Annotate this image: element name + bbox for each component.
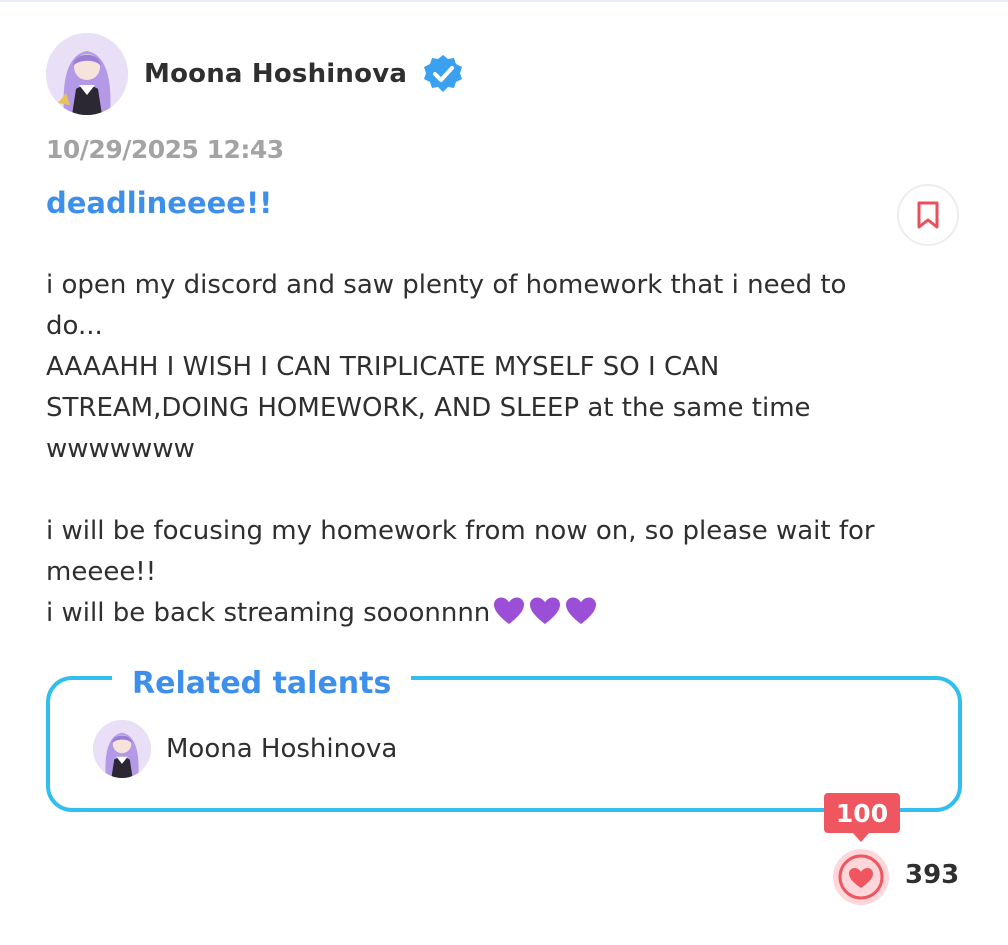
purple-heart-emoji xyxy=(566,597,597,624)
bookmark-button[interactable] xyxy=(897,184,959,246)
like-button[interactable] xyxy=(833,849,889,905)
body-line: do... xyxy=(46,311,103,341)
body-line: AAAAHH I WISH I CAN TRIPLICATE MYSELF SO… xyxy=(46,352,720,382)
talent-name[interactable]: Moona Hoshinova xyxy=(166,734,397,764)
post-header: Moona Hoshinova xyxy=(46,33,465,115)
author-name[interactable]: Moona Hoshinova xyxy=(144,59,407,89)
author-avatar[interactable] xyxy=(46,33,128,115)
heart-icon xyxy=(838,854,884,900)
post-body: i open my discord and saw plenty of home… xyxy=(46,265,951,634)
body-line: i open my discord and saw plenty of home… xyxy=(46,270,847,300)
body-line: STREAM,DOING HOMEWORK, AND SLEEP at the … xyxy=(46,393,811,423)
like-count: 393 xyxy=(905,860,960,890)
body-line: meeee!! xyxy=(46,557,157,587)
purple-heart-emoji xyxy=(530,597,561,624)
talent-avatar[interactable] xyxy=(93,720,151,778)
body-line: wwwwwww xyxy=(46,434,195,464)
body-blank-line xyxy=(46,470,951,511)
related-talents-heading: Related talents xyxy=(112,664,412,704)
post-title: deadlineeee!! xyxy=(46,186,273,220)
top-divider xyxy=(0,0,1008,2)
body-line-text: i will be back streaming sooonnnn xyxy=(46,598,491,628)
body-last-line: i will be back streaming sooonnnn xyxy=(46,593,951,634)
bookmark-icon xyxy=(917,201,939,229)
post-timestamp: 10/29/2025 12:43 xyxy=(46,135,284,164)
verified-badge-icon xyxy=(424,55,463,92)
purple-heart-emoji xyxy=(494,597,525,624)
related-talent-item[interactable]: Moona Hoshinova xyxy=(93,720,397,778)
like-badge: 100 xyxy=(824,793,900,842)
body-line: i will be focusing my homework from now … xyxy=(46,516,875,546)
